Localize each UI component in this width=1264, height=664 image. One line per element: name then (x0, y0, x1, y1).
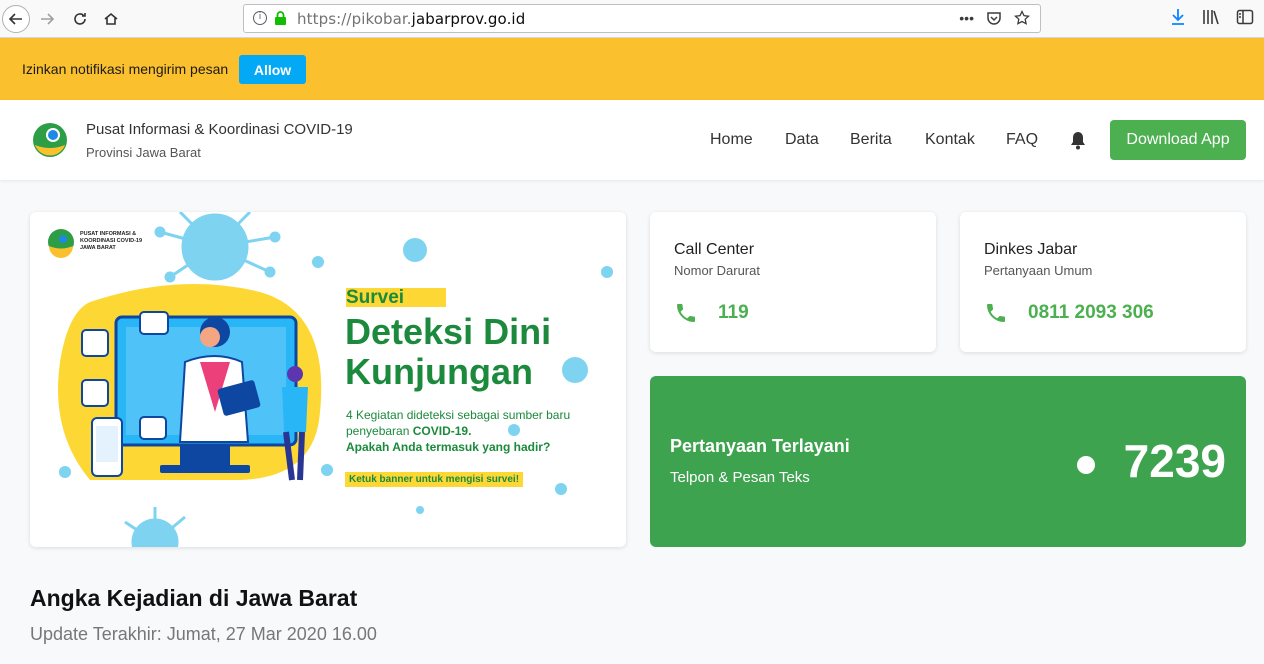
bullet-icon (1077, 456, 1095, 474)
arrow-right-icon (41, 13, 55, 25)
survey-banner[interactable]: PUSAT INFORMASI & KOORDINASI COVID-19 JA… (30, 212, 626, 547)
last-updated: Update Terakhir: Jumat, 27 Mar 2020 16.0… (30, 624, 377, 644)
reload-icon (74, 13, 86, 25)
home-icon (104, 12, 118, 25)
arrow-left-icon (8, 13, 22, 25)
notification-bar: Izinkan notifikasi mengirim pesan Allow (0, 38, 1264, 100)
nav-berita[interactable]: Berita (850, 131, 892, 149)
allow-button[interactable]: Allow (239, 55, 306, 84)
stat-value: 7239 (1123, 435, 1226, 487)
url-bar[interactable]: i https://pikobar.jabarprov.go.id ••• (243, 4, 1041, 33)
site-header: Pusat Informasi & Koordinasi COVID-19 Pr… (0, 100, 1264, 180)
banner-description: 4 Kegiatan dideteksi sebagai sumber baru… (346, 407, 616, 455)
reload-button[interactable] (66, 5, 94, 33)
nav-faq[interactable]: FAQ (1006, 131, 1038, 149)
home-button[interactable] (97, 5, 125, 33)
banner-title-line1: Deteksi Dini (345, 311, 552, 352)
banner-cta: Ketuk banner untuk mengisi survei! (345, 472, 524, 487)
nav-data[interactable]: Data (785, 131, 819, 149)
browser-toolbar: i https://pikobar.jabarprov.go.id ••• (0, 0, 1264, 38)
notification-text: Izinkan notifikasi mengirim pesan (22, 61, 229, 77)
download-app-button[interactable]: Download App (1110, 120, 1246, 160)
dinkes-subtitle: Pertanyaan Umum (984, 263, 1093, 278)
site-title: Pusat Informasi & Koordinasi COVID-19 (86, 121, 353, 138)
dinkes-card[interactable]: Dinkes Jabar Pertanyaan Umum 0811 2093 3… (960, 212, 1246, 352)
banner-logo-text: PUSAT INFORMASI & KOORDINASI COVID-19 JA… (80, 231, 143, 251)
info-icon[interactable]: i (253, 11, 267, 25)
page-actions-menu-icon[interactable]: ••• (959, 10, 974, 26)
back-button[interactable] (2, 5, 30, 33)
banner-illustration (48, 212, 613, 547)
dinkes-number[interactable]: 0811 2093 306 (1028, 302, 1154, 324)
url-domain: jabarprov.go.id (411, 10, 526, 28)
sidebar-icon[interactable] (1236, 9, 1254, 25)
lock-icon (275, 11, 286, 25)
section-title: Angka Kejadian di Jawa Barat (30, 585, 358, 611)
questions-served-card: Pertanyaan Terlayani Telpon & Pesan Teks… (650, 376, 1246, 547)
library-icon[interactable] (1202, 9, 1220, 25)
pocket-icon[interactable] (986, 10, 1002, 26)
stat-subtitle: Telpon & Pesan Teks (670, 469, 810, 486)
call-center-title: Call Center (674, 241, 755, 258)
nav-kontak[interactable]: Kontak (925, 131, 975, 149)
pikobar-logo-icon[interactable] (31, 121, 69, 159)
nav-home[interactable]: Home (710, 131, 753, 149)
banner-tag: Survei (346, 288, 446, 307)
banner-desc-bold2: Apakah Anda termasuk yang hadir? (346, 440, 551, 454)
url-prefix: https://pikobar. (297, 10, 412, 28)
call-center-number[interactable]: 119 (718, 302, 749, 324)
dinkes-title: Dinkes Jabar (984, 241, 1078, 258)
stat-title: Pertanyaan Terlayani (670, 436, 850, 456)
call-center-card[interactable]: Call Center Nomor Darurat 119 (650, 212, 936, 352)
phone-icon (677, 304, 695, 322)
forward-button[interactable] (33, 5, 61, 33)
bell-icon[interactable] (1069, 130, 1087, 150)
phone-icon (987, 304, 1005, 322)
site-subtitle: Provinsi Jawa Barat (86, 145, 201, 160)
bookmark-star-icon[interactable] (1014, 10, 1030, 26)
banner-title-line2: Kunjungan (345, 351, 533, 392)
banner-desc-bold1: COVID-19. (412, 424, 472, 438)
call-center-subtitle: Nomor Darurat (674, 263, 760, 278)
url-text[interactable]: https://pikobar.jabarprov.go.id (297, 10, 525, 28)
download-icon[interactable] (1170, 8, 1186, 26)
